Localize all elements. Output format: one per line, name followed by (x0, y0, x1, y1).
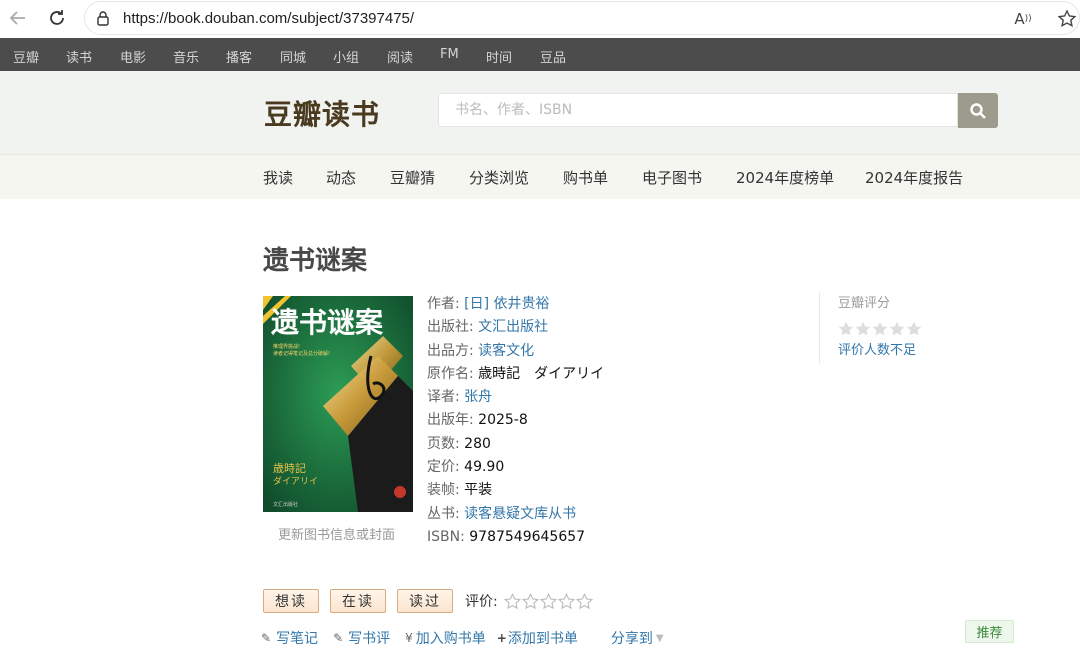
book-info: 作者: [日] 依井贵裕 出版社: 文汇出版社 出品方: 读客文化 原作名: 歳… (427, 293, 604, 549)
global-nav-item[interactable]: 音乐 (173, 47, 199, 66)
rating-stars (838, 321, 929, 337)
back-arrow-icon (9, 11, 25, 25)
favorite-star-icon[interactable] (1055, 8, 1079, 30)
write-review-link[interactable]: ✎ 写书评 (333, 628, 390, 648)
reading-button[interactable]: 在读 (330, 589, 386, 613)
sub-nav-item[interactable]: 我读 (263, 167, 293, 188)
cover-subtitle-2: 读者记得笔记及总分破解! (273, 350, 330, 357)
translator-link[interactable]: 张舟 (464, 389, 492, 405)
not-enough-ratings-link[interactable]: 评价人数不足 (838, 339, 929, 358)
sub-nav-item[interactable]: 2024年度榜单 (736, 167, 834, 188)
want-to-read-button[interactable]: 想读 (263, 589, 319, 613)
global-nav-item[interactable]: 阅读 (387, 47, 413, 66)
global-nav-item[interactable]: FM (440, 47, 459, 62)
global-nav-item[interactable]: 读书 (66, 47, 92, 66)
douban-global-nav: 豆瓣 读书 电影 音乐 播客 同城 小组 阅读 FM 时间 豆品 (0, 38, 1080, 71)
global-nav-item[interactable]: 豆品 (540, 47, 566, 66)
info-pages: 页数: 280 (427, 435, 491, 452)
rate-label: 评价: (465, 594, 498, 610)
info-author: 作者: [日] 依井贵裕 (427, 296, 550, 312)
cover-publisher-mark: 文汇出版社 (273, 501, 298, 508)
add-to-cart-link[interactable]: ¥ 加入购书单 (405, 628, 486, 648)
rating-title: 豆瓣评分 (838, 296, 891, 311)
info-series: 丛书: 读客悬疑文库从书 (427, 505, 577, 522)
author-link[interactable]: [日] 依井贵裕 (464, 296, 549, 312)
star-gray-icon (906, 321, 922, 336)
recommend-button[interactable]: 推荐 (965, 620, 1014, 643)
global-nav-item[interactable]: 电影 (120, 47, 146, 66)
info-isbn: ISBN: 9787549645657 (427, 528, 586, 545)
star-outline-icon[interactable] (539, 592, 557, 610)
read-aloud-icon[interactable]: A)) (1011, 8, 1035, 30)
global-nav-item[interactable]: 播客 (226, 47, 252, 66)
star-gray-icon (838, 321, 854, 336)
share-link[interactable]: 分享到 ▼ (611, 628, 664, 648)
pencil-icon: ✎ (261, 631, 272, 645)
sub-nav-item[interactable]: 动态 (326, 167, 356, 188)
global-nav-item[interactable]: 小组 (333, 47, 359, 66)
sub-nav-item[interactable]: 分类浏览 (469, 167, 529, 188)
add-to-list-link[interactable]: + 添加到书单 (497, 628, 578, 648)
info-producer: 出品方: 读客文化 (427, 342, 535, 359)
cover-subtitle-1: 推理界挑战! (273, 343, 300, 350)
lock-icon (95, 10, 111, 26)
star-gray-icon (855, 321, 871, 336)
cover-jp-title-2: ダイアリイ (273, 475, 318, 487)
star-outline-icon[interactable] (557, 592, 575, 610)
plus-icon: + (496, 631, 507, 645)
yen-icon: ¥ (405, 631, 413, 645)
star-outline-icon[interactable] (575, 592, 593, 610)
series-link[interactable]: 读客悬疑文库从书 (464, 506, 576, 522)
search-button[interactable] (958, 93, 998, 128)
refresh-button[interactable] (45, 6, 69, 30)
info-translator: 译者: 张舟 (427, 389, 493, 406)
site-header: 豆瓣读书 (0, 71, 1080, 154)
global-nav-item[interactable]: 豆瓣 (13, 47, 39, 66)
search-icon (970, 102, 986, 119)
info-binding: 装帧: 平装 (427, 482, 493, 499)
search-input[interactable] (439, 94, 957, 126)
info-pub-year: 出版年: 2025-8 (427, 412, 528, 429)
sub-nav-item[interactable]: 2024年度报告 (865, 167, 963, 188)
dropdown-caret-icon: ▼ (655, 632, 664, 644)
book-title: 遗书谜案 (263, 246, 368, 276)
publisher-link[interactable]: 文汇出版社 (478, 319, 548, 335)
douban-rating-panel: 豆瓣评分 评价人数不足 (819, 292, 929, 364)
book-cover[interactable]: 遗书谜案 推理界挑战! 读者记得笔记及总分破解! 歳時記 ダイアリイ 文汇出版社 (263, 296, 413, 512)
star-outline-icon[interactable] (521, 592, 539, 610)
sub-nav-item[interactable]: 豆瓣猜 (390, 167, 435, 188)
info-publisher: 出版社: 文汇出版社 (427, 319, 549, 336)
cover-jp-title-1: 歳時記 (273, 461, 306, 475)
back-button[interactable] (6, 6, 30, 30)
book-action-links: ✎ 写笔记 ✎ 写书评 ¥ 加入购书单 + 添加到书单 分享到 ▼ (261, 628, 680, 648)
have-read-button[interactable]: 读过 (397, 589, 453, 613)
url-text[interactable]: https://book.douban.com/subject/37397475… (123, 10, 414, 27)
star-gray-icon (889, 321, 905, 336)
info-original-title: 原作名: 歳時記 ダイアリイ (427, 365, 605, 382)
write-note-link[interactable]: ✎ 写笔记 (261, 628, 318, 648)
pencil-icon: ✎ (333, 631, 344, 645)
book-sub-nav: 我读 动态 豆瓣猜 分类浏览 购书单 电子图书 2024年度榜单 2024年度报告 (0, 154, 1080, 199)
sub-nav-item[interactable]: 电子图书 (642, 167, 702, 188)
browser-toolbar: https://book.douban.com/subject/37397475… (0, 0, 1080, 36)
sub-nav-item[interactable]: 购书单 (563, 167, 608, 188)
search-box (438, 93, 958, 127)
star-gray-icon (872, 321, 888, 336)
producer-link[interactable]: 读客文化 (478, 343, 534, 359)
star-outline-icon[interactable] (503, 592, 521, 610)
info-price: 定价: 49.90 (427, 459, 505, 476)
update-cover-link[interactable]: 更新图书信息或封面 (278, 524, 395, 543)
cover-title: 遗书谜案 (271, 306, 384, 339)
reading-status-bar: 想读 在读 读过 评价: (263, 589, 593, 613)
rate-stars-input[interactable] (503, 592, 593, 610)
global-nav-item[interactable]: 同城 (280, 47, 306, 66)
global-nav-item[interactable]: 时间 (486, 47, 512, 66)
douban-book-logo[interactable]: 豆瓣读书 (264, 93, 380, 133)
refresh-icon (50, 10, 64, 25)
address-bar[interactable]: https://book.douban.com/subject/37397475… (84, 1, 1080, 35)
